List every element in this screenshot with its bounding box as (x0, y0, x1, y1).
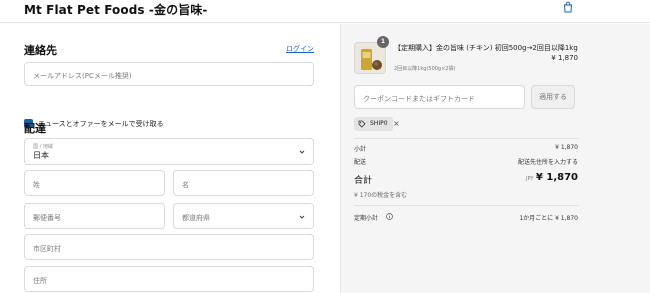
email-placeholder: メールアドレス(PCメール推奨) (33, 72, 132, 80)
contact-heading: 連絡先 (24, 44, 57, 57)
address-placeholder: 住所 (33, 277, 47, 285)
divider (354, 138, 579, 139)
address-field[interactable]: 住所 (24, 266, 314, 292)
first-name-placeholder: 名 (182, 181, 189, 189)
checkout-form: 連絡先 ログイン メールアドレス(PCメール推奨) ニュースとオファーをメールで… (0, 24, 340, 293)
shopping-bag-icon[interactable] (562, 1, 574, 13)
quantity-badge: 1 (377, 36, 389, 48)
chevron-down-icon (299, 215, 305, 219)
shipping-label: 配送 (354, 159, 367, 166)
discount-tag: SHIP0 (354, 117, 393, 131)
product-variant: 2回目以降1kg(500g×2袋) (394, 66, 456, 72)
first-name-field[interactable]: 名 (173, 170, 314, 196)
remove-discount-icon[interactable]: × (393, 118, 400, 130)
chevron-down-icon (299, 150, 305, 154)
country-label: 国 / 地域 (33, 144, 53, 150)
subtotal-value: ¥ 1,870 (555, 144, 578, 151)
coupon-input[interactable]: クーポンコードまたはギフトカード (354, 85, 525, 109)
product-price: ¥ 1,870 (551, 54, 578, 62)
store-title[interactable]: Mt Flat Pet Foods -金の旨味- (24, 1, 208, 18)
postal-code-field[interactable]: 郵便番号 (24, 203, 165, 229)
coupon-placeholder: クーポンコードまたはギフトカード (363, 95, 475, 103)
tag-icon (358, 120, 366, 128)
discount-code: SHIP0 (370, 120, 388, 127)
prefecture-placeholder: 都道府県 (182, 214, 210, 222)
total-value: ¥ 1,870 (535, 172, 578, 183)
recurring-subtotal-value: 1か月ごとに ¥ 1,870 (519, 215, 578, 222)
recurring-subtotal-label: 定期小計 (354, 215, 379, 222)
shipping-value: 配送先住所を入力する (517, 159, 578, 166)
tax-note: ¥ 170の税金を含む (354, 192, 408, 199)
newsletter-label: ニュースとオファーをメールで受け取る (38, 120, 164, 128)
last-name-placeholder: 姓 (33, 181, 40, 189)
product-name: 【定期購入】金の旨味 (チキン) 初回500g→2回目以降1kg (394, 44, 578, 52)
login-link[interactable]: ログイン (286, 44, 314, 54)
country-value: 日本 (33, 151, 49, 160)
subtotal-label: 小計 (354, 146, 367, 153)
city-placeholder: 市区町村 (33, 245, 61, 253)
email-field[interactable]: メールアドレス(PCメール推奨) (24, 62, 314, 86)
last-name-field[interactable]: 姓 (24, 170, 165, 196)
delivery-heading: 配達 (24, 122, 46, 135)
header: Mt Flat Pet Foods -金の旨味- (0, 0, 650, 23)
total-currency: JPY (526, 176, 534, 182)
city-field[interactable]: 市区町村 (24, 234, 314, 260)
prefecture-select[interactable]: 都道府県 (173, 203, 314, 229)
divider (354, 205, 579, 206)
apply-button[interactable]: 適用する (531, 85, 575, 109)
country-select[interactable]: 国 / 地域 日本 (24, 138, 314, 165)
order-summary: 1 【定期購入】金の旨味 (チキン) 初回500g→2回目以降1kg 2回目以降… (340, 24, 650, 293)
info-icon[interactable] (386, 213, 393, 220)
total-label: 合計 (354, 176, 373, 186)
postal-placeholder: 郵便番号 (33, 214, 61, 222)
